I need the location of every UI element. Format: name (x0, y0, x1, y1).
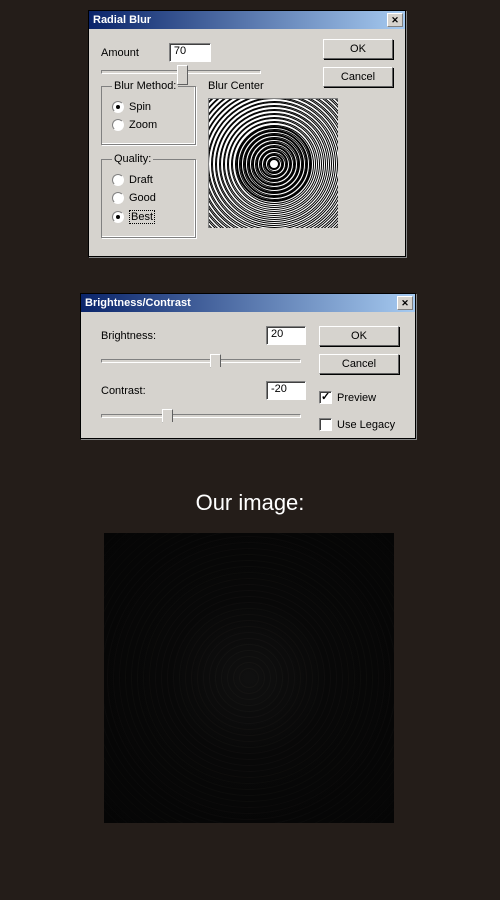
radio-label: Draft (129, 174, 153, 186)
checkbox-icon (319, 391, 332, 404)
radio-label: Best (129, 210, 155, 224)
radio-label: Spin (129, 101, 151, 113)
radio-icon (112, 211, 124, 223)
cancel-button[interactable]: Cancel (319, 354, 399, 374)
brightness-contrast-dialog: Brightness/Contrast ✕ OK Cancel Preview … (80, 293, 416, 439)
radio-spin[interactable]: Spin (112, 98, 185, 116)
radio-icon (112, 119, 124, 131)
radio-icon (112, 192, 124, 204)
radio-icon (112, 101, 124, 113)
titlebar[interactable]: Brightness/Contrast ✕ (81, 294, 415, 312)
brightness-slider[interactable] (101, 359, 301, 363)
radio-label: Zoom (129, 119, 157, 131)
preview-label: Preview (337, 392, 376, 404)
contrast-label: Contrast: (101, 385, 146, 397)
close-icon[interactable]: ✕ (397, 296, 413, 310)
quality-legend: Quality: (112, 153, 153, 165)
contrast-input[interactable]: -20 (266, 381, 306, 400)
window-title: Radial Blur (93, 14, 151, 26)
checkbox-icon (319, 418, 332, 431)
amount-input[interactable]: 70 (169, 43, 211, 62)
slider-thumb[interactable] (210, 354, 221, 368)
radio-draft[interactable]: Draft (112, 171, 185, 189)
radio-good[interactable]: Good (112, 189, 185, 207)
contrast-slider[interactable] (101, 414, 301, 418)
close-icon[interactable]: ✕ (387, 13, 403, 27)
slider-thumb[interactable] (177, 65, 188, 85)
cancel-button[interactable]: Cancel (323, 67, 393, 87)
blur-method-legend: Blur Method: (112, 80, 178, 92)
radial-blur-dialog: Radial Blur ✕ OK Cancel Amount 70 Blur M… (88, 10, 406, 257)
legacy-checkbox[interactable]: Use Legacy (319, 415, 401, 434)
radio-icon (112, 174, 124, 186)
window-title: Brightness/Contrast (85, 297, 191, 309)
blur-method-group: Blur Method: Spin Zoom (101, 80, 196, 145)
preview-checkbox[interactable]: Preview (319, 388, 401, 407)
quality-group: Quality: Draft Good Best (101, 153, 196, 238)
radio-label: Good (129, 192, 156, 204)
result-image (104, 533, 394, 823)
radio-zoom[interactable]: Zoom (112, 116, 185, 134)
radio-best[interactable]: Best (112, 207, 185, 227)
amount-label: Amount (101, 47, 139, 59)
legacy-label: Use Legacy (337, 419, 395, 431)
result-caption: Our image: (0, 490, 500, 516)
titlebar[interactable]: Radial Blur ✕ (89, 11, 405, 29)
slider-thumb[interactable] (162, 409, 173, 423)
blur-center-preview[interactable] (208, 98, 338, 228)
ok-button[interactable]: OK (319, 326, 399, 346)
ok-button[interactable]: OK (323, 39, 393, 59)
brightness-input[interactable]: 20 (266, 326, 306, 345)
brightness-label: Brightness: (101, 330, 156, 342)
amount-slider[interactable] (101, 70, 261, 74)
